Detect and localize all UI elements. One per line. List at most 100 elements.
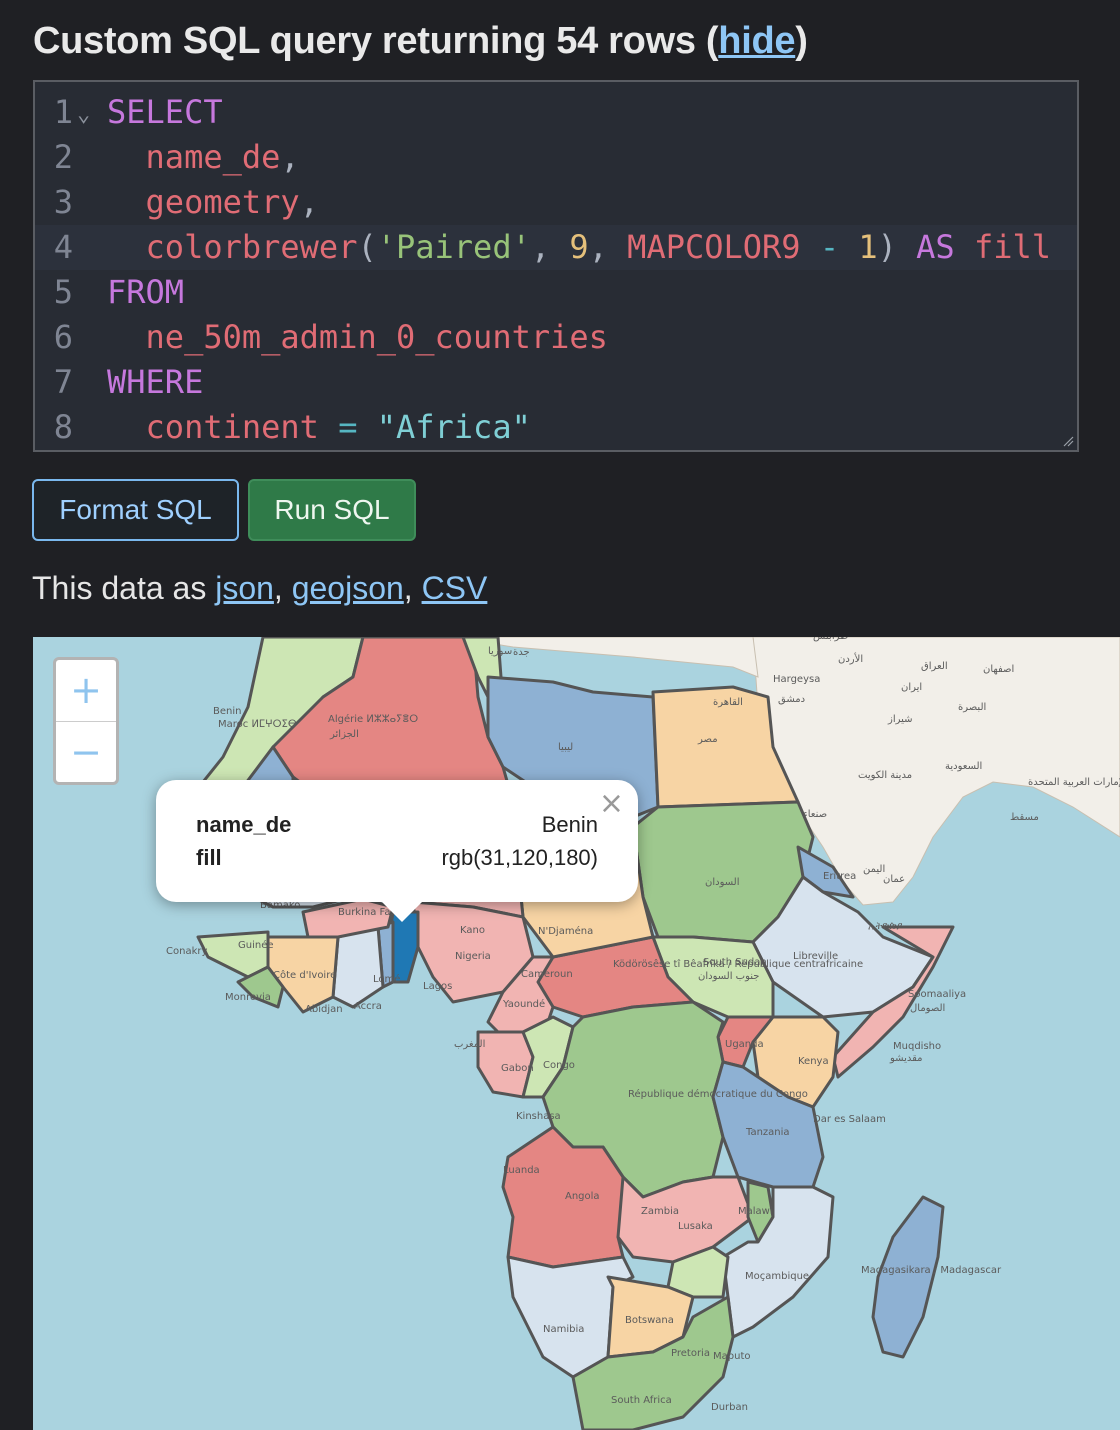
fold-chevron-icon[interactable]: ⌄ xyxy=(77,92,90,137)
map-place-label: مسقط xyxy=(1010,812,1039,823)
map-place-label: ኢትዮጵያ xyxy=(868,921,902,932)
map-place-label: جدة xyxy=(513,647,530,658)
map-place-label: السعودية xyxy=(945,761,982,772)
line-number: 3 xyxy=(53,183,73,221)
zoom-control: + − xyxy=(53,657,119,785)
code-token: WHERE xyxy=(107,363,204,401)
code-token: colorbrewer xyxy=(107,228,358,266)
hide-link[interactable]: hide xyxy=(718,20,795,62)
line-number: 2 xyxy=(53,138,73,176)
map-place-label: Kano xyxy=(460,925,485,936)
code-token: ne_50m_admin_0_countries xyxy=(107,318,608,356)
map-place-label: Soomaaliya xyxy=(908,989,966,1000)
map-place-label: Gabon xyxy=(501,1063,534,1074)
code-line[interactable]: 4 colorbrewer('Paired', 9, MAPCOLOR9 - 1… xyxy=(35,225,1077,270)
map-place-label: Nigeria xyxy=(455,951,491,962)
map-place-label: Dar es Salaam xyxy=(813,1114,886,1125)
code-line[interactable]: 6 ne_50m_admin_0_countries xyxy=(35,315,1077,360)
popup-value: Benin xyxy=(541,812,598,837)
code-token: , xyxy=(588,228,628,266)
map-place-label: N'Djaména xyxy=(538,925,593,937)
line-number: 8 xyxy=(53,408,73,446)
resize-handle-icon[interactable] xyxy=(1062,435,1074,447)
line-number: 6 xyxy=(53,318,73,356)
code-token: geometry xyxy=(107,183,300,221)
map-place-label: Libreville xyxy=(793,951,838,962)
map-place-label: Guinée xyxy=(238,939,274,951)
map-place-label: سوريا xyxy=(488,646,512,657)
code-token: ( xyxy=(357,228,377,266)
map-place-label: Malawi xyxy=(738,1206,773,1217)
code-text: FROM xyxy=(107,270,184,315)
code-token: AS xyxy=(916,228,955,266)
map-place-label: Côte d'Ivoire xyxy=(273,969,336,981)
query-title: Custom SQL query returning 54 rows (hide… xyxy=(33,20,808,63)
link-separator: , xyxy=(403,570,422,606)
map-place-label: Pretoria xyxy=(671,1348,710,1359)
map-place-label: الأردن xyxy=(838,652,863,665)
map-place-label: العراق xyxy=(921,661,948,672)
popup-key: name_de xyxy=(196,812,292,837)
map-place-label: Conakry xyxy=(166,946,207,957)
zoom-out-button[interactable]: − xyxy=(56,722,116,783)
close-icon[interactable]: × xyxy=(599,786,624,821)
zoom-in-button[interactable]: + xyxy=(56,660,116,722)
map-place-label: Botswana xyxy=(625,1315,674,1326)
code-line[interactable]: 1 ⌄ SELECT xyxy=(35,90,1077,135)
map-place-label: Zambia xyxy=(641,1206,679,1217)
code-line[interactable]: 7 WHERE xyxy=(35,360,1077,405)
run-sql-button[interactable]: Run SQL xyxy=(248,479,416,541)
code-token: 1 xyxy=(858,228,878,266)
map-place-label: الإمارات العربية المتحدة xyxy=(1028,777,1120,788)
map-place-label: ليبيا xyxy=(558,742,573,753)
map-place-label: Accra xyxy=(354,1001,382,1012)
map-view[interactable]: Algérie ⵍⵣⵣⴰⵢⴻⵔ الجزائر ليبيا مصر القاهرة الس… xyxy=(33,637,1120,1430)
code-token: 9 xyxy=(569,228,589,266)
map-place-label: Maroc ⵍⵎⵖⵔⵉⴱ xyxy=(218,719,297,730)
code-token: SELECT xyxy=(107,93,223,131)
map-place-label: Moçambique xyxy=(745,1271,809,1282)
map-place-label: اليمن xyxy=(863,864,885,875)
map-place-label: République démocratique du Congo xyxy=(628,1088,808,1100)
geojson-link[interactable]: geojson xyxy=(292,570,404,606)
map-place-label: طرابلس xyxy=(813,637,848,642)
code-token: , xyxy=(280,138,300,176)
map-place-label: مدينة الكويت xyxy=(858,770,912,781)
popup-value: rgb(31,120,180) xyxy=(441,845,598,870)
code-line[interactable]: 3 geometry, xyxy=(35,180,1077,225)
map-place-label: Namibia xyxy=(543,1324,584,1335)
country-madagascar xyxy=(871,1195,945,1359)
map-place-label: Algérie ⵍⵣⵣⴰⵢⴻⵔ xyxy=(328,713,418,725)
code-token: name_de xyxy=(107,138,281,176)
sql-editor[interactable]: 1 ⌄ SELECT 2 name_de, 3 geometry, 4 colorbrew… xyxy=(33,80,1079,452)
code-token: ) xyxy=(877,228,917,266)
map-place-label: مقديشو xyxy=(889,1053,923,1064)
code-line[interactable]: 8 continent = "Africa" xyxy=(35,405,1077,450)
link-separator: , xyxy=(273,570,292,606)
popup-tip xyxy=(382,902,422,922)
code-token: - xyxy=(800,228,859,266)
format-sql-button[interactable]: Format SQL xyxy=(32,479,239,541)
code-token: "Africa" xyxy=(376,408,531,446)
map-place-label: South Africa xyxy=(611,1395,672,1406)
country-guinea xyxy=(196,930,270,979)
code-line[interactable]: 5 FROM xyxy=(35,270,1077,315)
code-token: continent xyxy=(107,408,319,446)
map-place-label: Benin xyxy=(213,706,241,717)
code-token: , xyxy=(530,228,570,266)
map-place-label: Lusaka xyxy=(678,1221,713,1232)
json-link[interactable]: json xyxy=(215,570,274,606)
map-place-label: شیراز xyxy=(887,714,913,725)
code-line[interactable]: 2 name_de, xyxy=(35,135,1077,180)
popup-key: fill xyxy=(196,845,222,870)
map-canvas[interactable]: Algérie ⵍⵣⵣⴰⵢⴻⵔ الجزائر ليبيا مصر القاهرة الس… xyxy=(33,637,1120,1430)
map-place-label: Maputo xyxy=(713,1351,750,1362)
line-number: 4 xyxy=(53,228,73,266)
code-token: , xyxy=(299,183,319,221)
csv-link[interactable]: CSV xyxy=(422,570,488,606)
code-token: fill xyxy=(954,228,1052,266)
map-place-label: Tanzania xyxy=(745,1127,790,1138)
map-place-label: القاهرة xyxy=(713,697,743,708)
map-place-label: الصومال xyxy=(910,1003,945,1014)
data-links-prefix: This data as xyxy=(32,570,216,606)
